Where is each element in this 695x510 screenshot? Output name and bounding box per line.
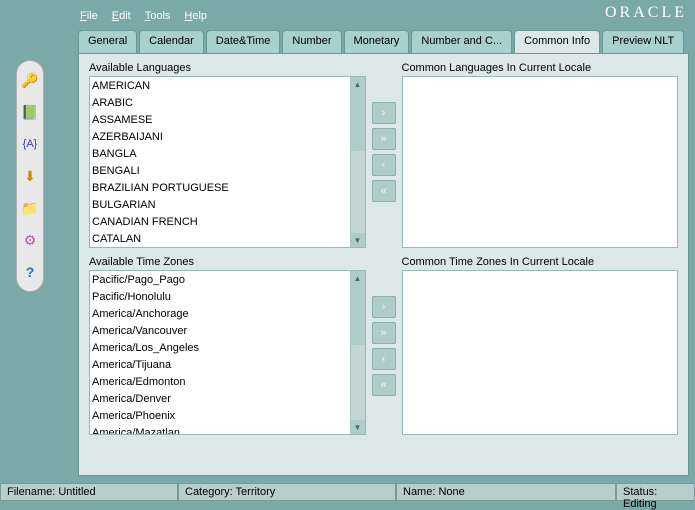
tab-calendar[interactable]: Calendar	[139, 30, 204, 54]
list-item[interactable]: BRAZILIAN PORTUGUESE	[92, 180, 350, 197]
add-all-button[interactable]: »	[372, 128, 396, 150]
list-item[interactable]: CATALAN	[92, 231, 350, 247]
language-transfer-buttons: › » ‹ «	[372, 102, 396, 202]
tab-general[interactable]: General	[78, 30, 137, 54]
list-item[interactable]: CANADIAN FRENCH	[92, 214, 350, 231]
common-languages-list[interactable]	[402, 76, 679, 248]
scroll-thumb[interactable]	[351, 91, 365, 151]
scroll-down-icon[interactable]: ▼	[351, 233, 365, 247]
timezones-section: Available Time Zones Pacific/Pago_PagoPa…	[89, 256, 678, 435]
scrollbar[interactable]: ▲ ▼	[350, 271, 365, 434]
list-item[interactable]: ASSAMESE	[92, 112, 350, 129]
status-category: Category: Territory	[178, 484, 396, 501]
common-timezones-list[interactable]	[402, 270, 679, 435]
add-button[interactable]: ›	[372, 102, 396, 124]
available-timezones-label: Available Time Zones	[89, 256, 366, 268]
tool-book-icon[interactable]: 📗	[21, 103, 39, 121]
menu-tools[interactable]: Tools	[145, 10, 171, 22]
statusbar: Filename: Untitled Category: Territory N…	[0, 483, 695, 501]
scrollbar[interactable]: ▲ ▼	[350, 77, 365, 247]
list-item[interactable]: BANGLA	[92, 146, 350, 163]
scroll-up-icon[interactable]: ▲	[351, 77, 365, 91]
list-item[interactable]: America/Anchorage	[92, 306, 350, 323]
brand-logo: ORACLE	[605, 4, 687, 22]
list-item[interactable]: BULGARIAN	[92, 197, 350, 214]
scroll-up-icon[interactable]: ▲	[351, 271, 365, 285]
available-timezones-list[interactable]: Pacific/Pago_PagoPacific/HonoluluAmerica…	[89, 270, 366, 435]
tab-number-and-c[interactable]: Number and C...	[411, 30, 512, 54]
list-item[interactable]: America/Tijuana	[92, 357, 350, 374]
tool-help-icon[interactable]: ?	[21, 263, 39, 281]
menubar: File Edit Tools Help ORACLE	[80, 6, 687, 26]
tab-preview-nlt[interactable]: Preview NLT	[602, 30, 684, 54]
status-editing: Status: Editing	[616, 484, 695, 501]
tool-braces-icon[interactable]: {A}	[21, 135, 39, 153]
add-button[interactable]: ›	[372, 296, 396, 318]
remove-button[interactable]: ‹	[372, 154, 396, 176]
tab-monetary[interactable]: Monetary	[344, 30, 410, 54]
tab-number[interactable]: Number	[282, 30, 341, 54]
tool-key-icon[interactable]: 🔑	[21, 71, 39, 89]
side-toolbar: 🔑 📗 {A} ⬇ 📁 ⚙ ?	[16, 60, 44, 292]
menu-edit[interactable]: Edit	[112, 10, 131, 22]
remove-all-button[interactable]: «	[372, 374, 396, 396]
timezone-transfer-buttons: › » ‹ «	[372, 296, 396, 396]
remove-all-button[interactable]: «	[372, 180, 396, 202]
menu-file[interactable]: File	[80, 10, 98, 22]
remove-button[interactable]: ‹	[372, 348, 396, 370]
main-panel: Available Languages AMERICANARABICASSAME…	[78, 53, 689, 476]
tab-common-info[interactable]: Common Info	[514, 30, 600, 54]
available-languages-label: Available Languages	[89, 62, 366, 74]
tab-datetime[interactable]: Date&Time	[206, 30, 281, 54]
add-all-button[interactable]: »	[372, 322, 396, 344]
tabstrip: General Calendar Date&Time Number Moneta…	[78, 30, 689, 54]
status-locale-name: Name: None	[396, 484, 616, 501]
status-filename: Filename: Untitled	[0, 484, 178, 501]
list-item[interactable]: America/Los_Angeles	[92, 340, 350, 357]
list-item[interactable]: AMERICAN	[92, 78, 350, 95]
available-languages-list[interactable]: AMERICANARABICASSAMESEAZERBAIJANIBANGLAB…	[89, 76, 366, 248]
list-item[interactable]: America/Edmonton	[92, 374, 350, 391]
scroll-down-icon[interactable]: ▼	[351, 420, 365, 434]
list-item[interactable]: BENGALI	[92, 163, 350, 180]
tool-folder-icon[interactable]: 📁	[21, 199, 39, 217]
languages-section: Available Languages AMERICANARABICASSAME…	[89, 62, 678, 248]
list-item[interactable]: AZERBAIJANI	[92, 129, 350, 146]
tool-down-icon[interactable]: ⬇	[21, 167, 39, 185]
list-item[interactable]: America/Denver	[92, 391, 350, 408]
list-item[interactable]: ARABIC	[92, 95, 350, 112]
tool-gear-icon[interactable]: ⚙	[21, 231, 39, 249]
list-item[interactable]: Pacific/Pago_Pago	[92, 272, 350, 289]
list-item[interactable]: America/Mazatlan	[92, 425, 350, 434]
list-item[interactable]: America/Vancouver	[92, 323, 350, 340]
scroll-thumb[interactable]	[351, 285, 365, 345]
menu-help[interactable]: Help	[184, 10, 207, 22]
list-item[interactable]: Pacific/Honolulu	[92, 289, 350, 306]
common-timezones-label: Common Time Zones In Current Locale	[402, 256, 679, 268]
common-languages-label: Common Languages In Current Locale	[402, 62, 679, 74]
list-item[interactable]: America/Phoenix	[92, 408, 350, 425]
